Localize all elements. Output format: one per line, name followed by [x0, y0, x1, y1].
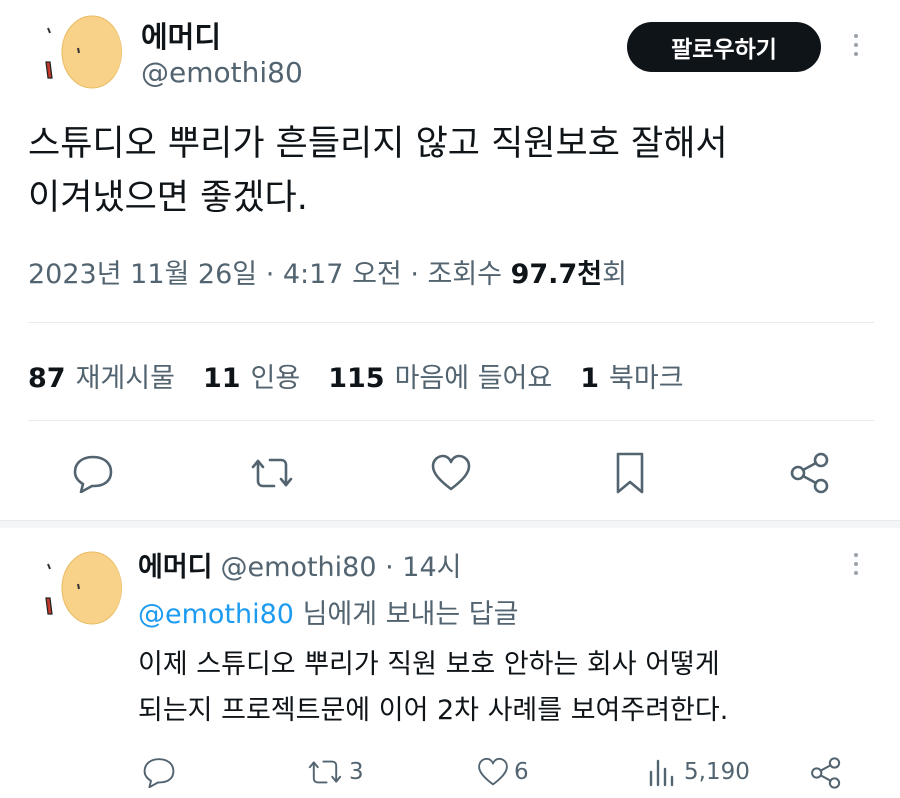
like-count: 6: [514, 759, 529, 785]
replying-to: @emothi80 님에게 보내는 답글: [138, 592, 518, 631]
views-icon: [649, 759, 674, 787]
avatar-drawing: [45, 551, 122, 625]
author-handle[interactable]: @emothi80: [141, 56, 303, 89]
tweet-meta: 2023년 11월 26일 · 4:17 오전 · 조회수 97.7천회: [28, 252, 627, 291]
bookmark-icon[interactable]: [608, 450, 652, 496]
author-avatar[interactable]: [34, 8, 122, 96]
repost-count: 3: [349, 759, 364, 785]
tweet-text: 스튜디오 뿌리가 흔들리지 않고 직원보호 잘해서 이겨냈으면 좋겠다.: [28, 117, 878, 225]
section-separator: [0, 520, 900, 528]
views-count: 5,190: [684, 759, 750, 785]
reply-text-line: 되는지 프로젝트문에 이어 2차 사례를 보여주려한다.: [138, 695, 729, 726]
replying-to-suffix: 님에게 보내는 답글: [294, 599, 519, 630]
reply-repost-button[interactable]: 3: [305, 756, 364, 788]
follow-button[interactable]: 팔로우하기: [627, 22, 821, 72]
reply-reply-button[interactable]: [142, 756, 180, 788]
like-icon[interactable]: [426, 450, 476, 496]
view-count: 97.7천: [510, 259, 603, 290]
stat-reposts[interactable]: 87 재게시물: [28, 356, 175, 395]
reply-author-avatar[interactable]: [34, 544, 122, 632]
reply-mention-link[interactable]: @emothi80: [138, 599, 294, 630]
tweet-text-line: 스튜디오 뿌리가 흔들리지 않고 직원보호 잘해서: [28, 124, 728, 164]
reply-share-icon[interactable]: [808, 756, 844, 790]
stat-likes[interactable]: 115 마음에 들어요: [328, 356, 552, 395]
repost-icon[interactable]: [245, 450, 299, 496]
reply-icon[interactable]: [68, 450, 118, 496]
reply-author-handle[interactable]: @emothi80: [221, 552, 377, 583]
more-options-icon[interactable]: [850, 34, 862, 60]
tweet-text-line: 이겨냈으면 좋겠다.: [28, 178, 308, 218]
view-suffix: 회: [602, 259, 627, 290]
repost-icon: [308, 760, 342, 784]
divider: [28, 322, 874, 323]
stat-bookmarks[interactable]: 1 북마크: [580, 356, 683, 395]
like-icon: [478, 757, 508, 786]
reply-author-name[interactable]: 에머디: [138, 552, 213, 583]
reply-header: 에머디 @emothi80 · 14시: [138, 545, 461, 584]
reply-views-button[interactable]: 5,190: [646, 756, 750, 788]
reply-like-button[interactable]: 6: [476, 756, 529, 788]
share-icon[interactable]: [786, 450, 834, 496]
reply-text-line: 이제 스튜디오 뿌리가 직원 보호 안하는 회사 어떻게: [138, 649, 720, 680]
stat-quotes[interactable]: 11 인용: [203, 356, 300, 395]
author-name[interactable]: 에머디: [141, 14, 221, 56]
avatar-drawing: [45, 15, 122, 89]
reply-more-options-icon[interactable]: [850, 553, 862, 579]
reply-icon: [143, 758, 175, 788]
divider: [28, 420, 874, 421]
engagement-stats: 87 재게시물 11 인용 115 마음에 들어요 1 북마크: [28, 356, 684, 395]
tweet-timestamp[interactable]: 2023년 11월 26일 · 4:17 오전 · 조회수: [28, 259, 511, 290]
reply-text: 이제 스튜디오 뿌리가 직원 보호 안하는 회사 어떻게 되는지 프로젝트문에 …: [138, 642, 878, 734]
reply-time[interactable]: · 14시: [377, 552, 461, 583]
